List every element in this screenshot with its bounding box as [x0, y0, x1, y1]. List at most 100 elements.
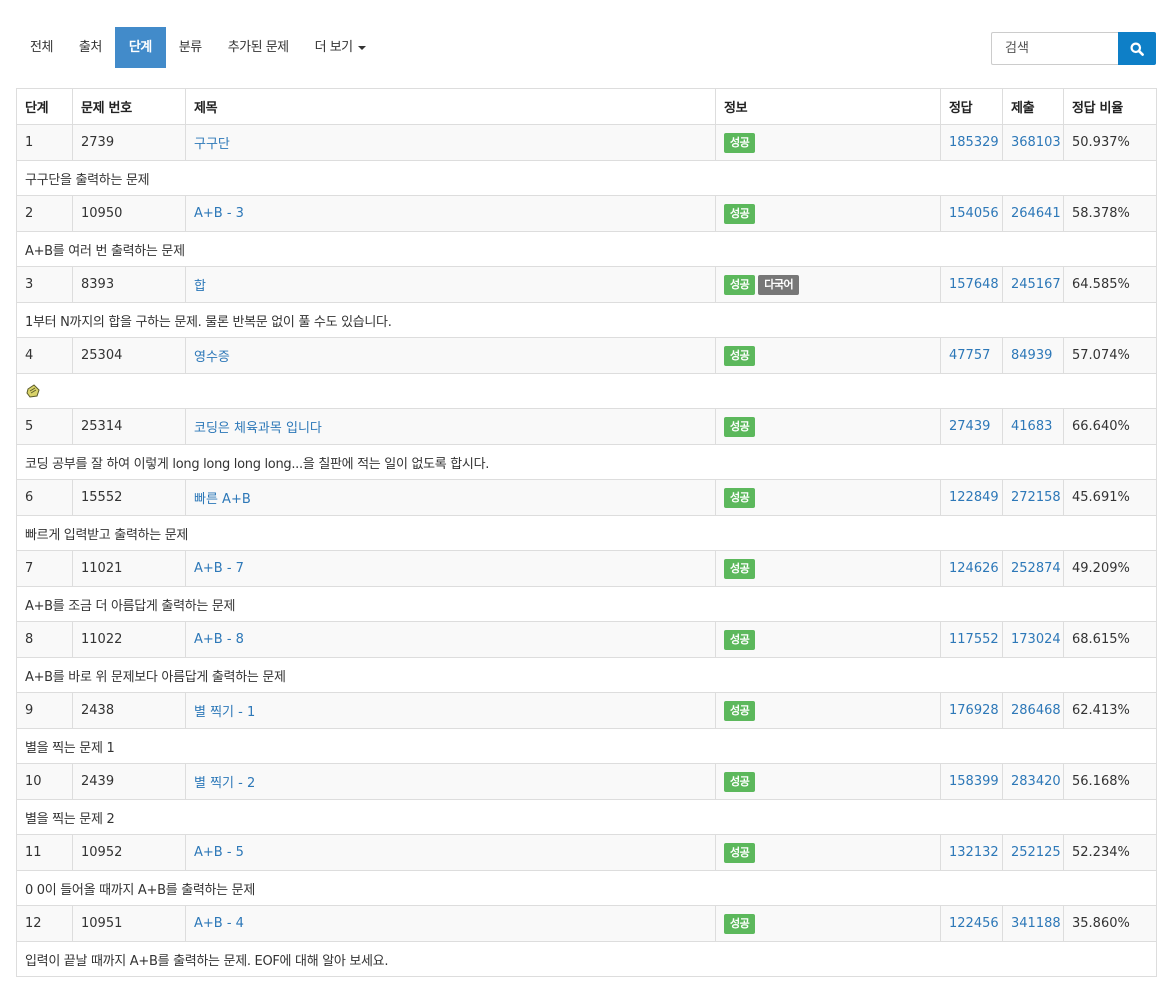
- ratio-cell: 64.585%: [1063, 266, 1157, 303]
- submit-count-link[interactable]: 41683: [1011, 419, 1052, 434]
- nav-tab-0[interactable]: 전체: [17, 27, 66, 68]
- submit-count-link[interactable]: 245167: [1011, 277, 1061, 292]
- table-row: 2 10950 A+B - 3 성공 154056 264641 58.378%: [16, 195, 1157, 232]
- search-input[interactable]: [991, 32, 1118, 65]
- step-cell: 3: [16, 266, 73, 303]
- submit-count-link[interactable]: 252125: [1011, 845, 1061, 860]
- ratio-cell: 57.074%: [1063, 337, 1157, 374]
- problem-id-cell: 10950: [72, 195, 186, 232]
- correct-count-link[interactable]: 185329: [949, 135, 999, 150]
- title-cell: 코딩은 체육과목 입니다: [185, 408, 716, 445]
- correct-count-link[interactable]: 117552: [949, 632, 999, 647]
- info-cell: 성공: [715, 408, 941, 445]
- submit-count-link[interactable]: 252874: [1011, 561, 1061, 576]
- info-cell: 성공: [715, 124, 941, 161]
- success-badge: 성공: [724, 345, 756, 366]
- correct-count-link[interactable]: 27439: [949, 419, 990, 434]
- description-cell: A+B를 여러 번 출력하는 문제: [16, 231, 1157, 267]
- problem-id-cell: 15552: [72, 479, 186, 516]
- submit-count-link[interactable]: 341188: [1011, 916, 1061, 931]
- success-badge: 성공: [724, 700, 756, 721]
- problem-title-link[interactable]: 구구단: [194, 137, 230, 152]
- nav-tab-4[interactable]: 추가된 문제: [215, 27, 302, 68]
- correct-cell: 122456: [940, 905, 1003, 942]
- ratio-cell: 62.413%: [1063, 692, 1157, 729]
- description-row: 빠르게 입력받고 출력하는 문제: [16, 515, 1157, 551]
- ratio-cell: 52.234%: [1063, 834, 1157, 871]
- table-row: 10 2439 별 찍기 - 2 성공 158399 283420 56.168%: [16, 763, 1157, 800]
- info-cell: 성공: [715, 905, 941, 942]
- table-row: 11 10952 A+B - 5 성공 132132 252125 52.234%: [16, 834, 1157, 871]
- info-cell: 성공: [715, 479, 941, 516]
- description-row: A+B를 바로 위 문제보다 아름답게 출력하는 문제: [16, 657, 1157, 693]
- submit-cell: 252874: [1002, 550, 1064, 587]
- submit-count-link[interactable]: 272158: [1011, 490, 1061, 505]
- correct-count-link[interactable]: 154056: [949, 206, 999, 221]
- info-cell: 성공: [715, 337, 941, 374]
- correct-count-link[interactable]: 158399: [949, 774, 999, 789]
- correct-count-link[interactable]: 47757: [949, 348, 990, 363]
- caret-down-icon: [357, 45, 366, 50]
- table-header-row: 단계 문제 번호 제목 정보 정답 제출 정답 비율: [16, 88, 1157, 125]
- problem-title-link[interactable]: 코딩은 체육과목 입니다: [194, 421, 322, 436]
- correct-cell: 132132: [940, 834, 1003, 871]
- problem-title-link[interactable]: 영수증: [194, 350, 230, 365]
- correct-cell: 117552: [940, 621, 1003, 658]
- submit-count-link[interactable]: 84939: [1011, 348, 1052, 363]
- submit-cell: 368103: [1002, 124, 1064, 161]
- submit-count-link[interactable]: 264641: [1011, 206, 1061, 221]
- problem-title-link[interactable]: A+B - 4: [194, 916, 244, 931]
- description-cell: 입력이 끝날 때까지 A+B를 출력하는 문제. EOF에 대해 알아 보세요.: [16, 941, 1157, 977]
- title-cell: 빠른 A+B: [185, 479, 716, 516]
- submit-count-link[interactable]: 368103: [1011, 135, 1061, 150]
- table-row: 7 11021 A+B - 7 성공 124626 252874 49.209%: [16, 550, 1157, 587]
- correct-count-link[interactable]: 122456: [949, 916, 999, 931]
- ratio-cell: 68.615%: [1063, 621, 1157, 658]
- correct-count-link[interactable]: 132132: [949, 845, 999, 860]
- submit-count-link[interactable]: 286468: [1011, 703, 1061, 718]
- header-info: 정보: [715, 88, 941, 125]
- step-cell: 4: [16, 337, 73, 374]
- submit-cell: 41683: [1002, 408, 1064, 445]
- step-cell: 9: [16, 692, 73, 729]
- description-cell: 코딩 공부를 잘 하여 이렇게 long long long long...을 …: [16, 444, 1157, 480]
- problem-title-link[interactable]: 합: [194, 279, 206, 294]
- correct-cell: 185329: [940, 124, 1003, 161]
- nav-tab-1[interactable]: 출처: [66, 27, 115, 68]
- title-cell: A+B - 8: [185, 621, 716, 658]
- correct-count-link[interactable]: 122849: [949, 490, 999, 505]
- search-box: [991, 32, 1156, 65]
- problem-id-cell: 2439: [72, 763, 186, 800]
- nav-tab-2[interactable]: 단계: [114, 27, 166, 68]
- nav-tab-label: 출처: [78, 40, 102, 55]
- problem-title-link[interactable]: A+B - 5: [194, 845, 244, 860]
- description-cell: 별을 찍는 문제 1: [16, 728, 1157, 764]
- problem-id-cell: 8393: [72, 266, 186, 303]
- correct-count-link[interactable]: 176928: [949, 703, 999, 718]
- submit-count-link[interactable]: 173024: [1011, 632, 1061, 647]
- problem-title-link[interactable]: A+B - 7: [194, 561, 244, 576]
- header-ratio: 정답 비율: [1063, 88, 1157, 125]
- problem-table: 단계 문제 번호 제목 정보 정답 제출 정답 비율 1 2739 구구단 성공 185329 368…: [16, 88, 1157, 977]
- submit-count-link[interactable]: 283420: [1011, 774, 1061, 789]
- success-badge: 성공: [724, 842, 756, 863]
- problem-title-link[interactable]: A+B - 3: [194, 206, 244, 221]
- step-cell: 10: [16, 763, 73, 800]
- title-cell: 구구단: [185, 124, 716, 161]
- problem-title-link[interactable]: 별 찍기 - 1: [194, 705, 255, 720]
- search-button[interactable]: [1118, 32, 1156, 65]
- nav-tab-3[interactable]: 분류: [166, 27, 215, 68]
- correct-cell: 27439: [940, 408, 1003, 445]
- step-cell: 2: [16, 195, 73, 232]
- problem-title-link[interactable]: A+B - 8: [194, 632, 244, 647]
- correct-count-link[interactable]: 124626: [949, 561, 999, 576]
- problem-title-link[interactable]: 별 찍기 - 2: [194, 776, 255, 791]
- title-cell: A+B - 7: [185, 550, 716, 587]
- nav-tab-5[interactable]: 더 보기: [302, 27, 379, 68]
- problem-title-link[interactable]: 빠른 A+B: [194, 492, 251, 507]
- correct-count-link[interactable]: 157648: [949, 277, 999, 292]
- table-row: 12 10951 A+B - 4 성공 122456 341188 35.860%: [16, 905, 1157, 942]
- step-cell: 5: [16, 408, 73, 445]
- description-cell: 0 0이 들어올 때까지 A+B를 출력하는 문제: [16, 870, 1157, 906]
- title-cell: 합: [185, 266, 716, 303]
